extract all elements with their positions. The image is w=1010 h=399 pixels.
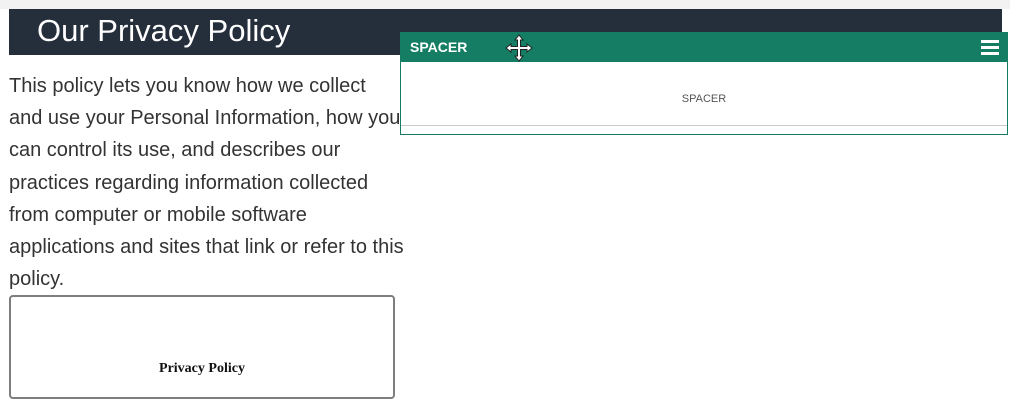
page-title: Our Privacy Policy bbox=[37, 13, 291, 48]
spacer-widget[interactable]: SPACER SPACER bbox=[400, 32, 1008, 135]
top-strip bbox=[0, 0, 1010, 9]
widget-header[interactable]: SPACER bbox=[401, 33, 1007, 62]
widget-body: SPACER bbox=[401, 62, 1007, 126]
widget-body-label: SPACER bbox=[681, 93, 727, 105]
document-preview-title: Privacy Policy bbox=[159, 361, 245, 376]
hamburger-menu-icon[interactable] bbox=[981, 39, 999, 56]
move-arrows-icon[interactable] bbox=[504, 33, 534, 63]
document-preview[interactable]: Privacy Policy bbox=[9, 295, 395, 399]
policy-intro-text: This policy lets you know how we collect… bbox=[9, 75, 404, 291]
widget-header-label: SPACER bbox=[410, 39, 468, 55]
